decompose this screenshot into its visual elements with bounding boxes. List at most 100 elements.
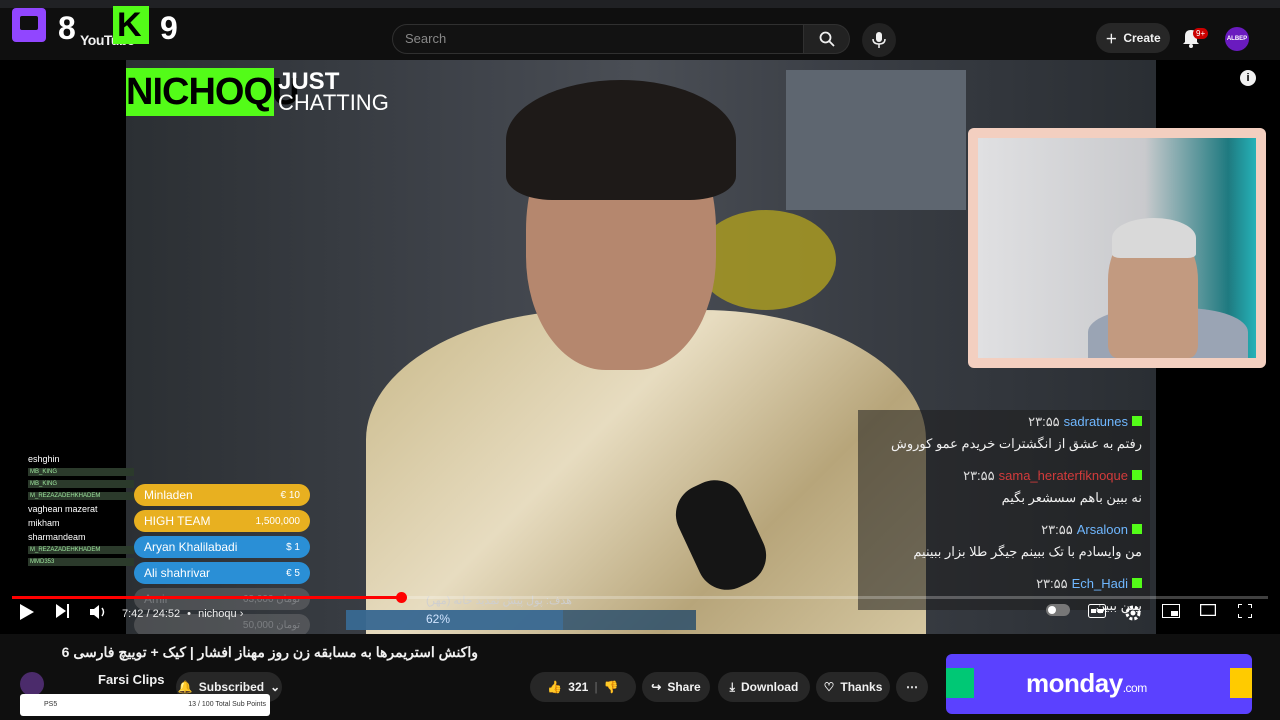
settings-gear-icon[interactable] bbox=[1124, 604, 1142, 622]
chat-username-row: ۲۳:۵۵ sama_heraterfiknoque bbox=[862, 468, 1142, 484]
chat-time: ۲۳:۵۵ bbox=[963, 468, 995, 483]
donor-amount: $ 1 bbox=[286, 541, 300, 553]
notification-count-badge: 9+ bbox=[1193, 28, 1209, 39]
scene-beanbag bbox=[696, 210, 836, 310]
create-label: Create bbox=[1123, 31, 1161, 45]
chat-username: sadratunes bbox=[1063, 414, 1128, 429]
chat-username-row: ۲۳:۵۵ Arsaloon bbox=[862, 522, 1142, 538]
scene-window bbox=[786, 70, 966, 210]
sub-points-value: 13 / 100 Total Sub Points bbox=[188, 701, 266, 708]
search-icon bbox=[819, 31, 835, 47]
category-line-2: CHATTING bbox=[278, 90, 389, 115]
ad-brand-name: monday bbox=[1026, 668, 1123, 698]
twitch-logo-icon bbox=[12, 8, 46, 42]
thanks-icon: ♡ bbox=[823, 680, 835, 694]
subtitles-icon[interactable] bbox=[1088, 604, 1106, 618]
microphone-icon bbox=[872, 32, 886, 48]
ad-brand: monday.com bbox=[1026, 668, 1147, 699]
search-button[interactable] bbox=[804, 24, 850, 54]
chat-username: Arsaloon bbox=[1076, 522, 1128, 537]
fullscreen-icon[interactable] bbox=[1238, 604, 1252, 618]
time-current-total: 7:42 / 24:52 bbox=[122, 608, 181, 620]
donation-goal: هدف: پول پیش تمدید خانه (مهر) 62% bbox=[346, 595, 696, 630]
like-dislike-group: 👍 321 | 👎 bbox=[530, 672, 636, 702]
chapter-label[interactable]: nichoqu bbox=[198, 608, 237, 620]
donor-name: Aryan Khalilabadi bbox=[144, 540, 238, 554]
download-label: Download bbox=[740, 680, 799, 694]
channel-avatar[interactable] bbox=[20, 672, 44, 696]
like-button[interactable]: 👍 321 bbox=[547, 680, 588, 694]
donor-row: HIGH TEAM 1,500,000 bbox=[134, 510, 310, 532]
kick-count: 9 bbox=[160, 10, 178, 46]
webcam-person-cap bbox=[1112, 218, 1196, 258]
bell-icon: 🔔 bbox=[177, 680, 193, 694]
thumbs-down-icon[interactable]: 👎 bbox=[604, 680, 619, 694]
twitch-count: 8 bbox=[58, 10, 76, 46]
volume-icon[interactable] bbox=[90, 604, 108, 620]
plus-icon: ＋ bbox=[1105, 31, 1118, 46]
like-count: 321 bbox=[568, 680, 589, 694]
video-player[interactable]: NICHOQU JUST CHATTING i Minladen € 10 HIGH… bbox=[0, 60, 1280, 634]
more-horizontal-icon: ⋯ bbox=[906, 680, 918, 694]
miniplayer-icon[interactable] bbox=[1162, 604, 1180, 618]
ad-green-block bbox=[946, 668, 974, 698]
thanks-button[interactable]: ♡ Thanks bbox=[816, 672, 890, 702]
kick-badge-icon bbox=[1132, 470, 1142, 480]
play-icon[interactable] bbox=[20, 604, 34, 620]
youtube-watch-page: YouTube Search ＋ Create 9+ ALBEP 8 K 9 N… bbox=[0, 0, 1280, 720]
sub-points-label: PS5 bbox=[44, 701, 58, 708]
donor-amount: 1,500,000 bbox=[255, 515, 301, 527]
next-icon[interactable] bbox=[56, 604, 70, 618]
thanks-label: Thanks bbox=[840, 680, 883, 694]
time-display: 7:42 / 24:52 • nichoqu › bbox=[122, 608, 244, 620]
chat-time: ۲۳:۵۵ bbox=[1036, 576, 1068, 591]
chat-username-row: ۲۳:۵۵ sadratunes bbox=[862, 414, 1142, 430]
account-avatar[interactable]: ALBEP bbox=[1225, 27, 1249, 51]
download-button[interactable]: ⤓ Download bbox=[718, 672, 810, 702]
share-icon: ↪ bbox=[651, 680, 662, 694]
side-chat-line: eshghin bbox=[28, 454, 60, 464]
subscribed-label: Subscribed bbox=[198, 680, 265, 694]
progress-bar[interactable] bbox=[12, 592, 1268, 603]
share-button[interactable]: ↪ Share bbox=[642, 672, 710, 702]
chat-text: رفتم به عشق از انگشترات خریدم عمو کوروش bbox=[891, 436, 1142, 451]
donor-amount: € 5 bbox=[286, 567, 300, 579]
info-icon[interactable]: i bbox=[1240, 70, 1256, 86]
webcam-feed bbox=[978, 138, 1256, 358]
chat-text: نه ببین باهم سسشعر بگیم bbox=[1001, 490, 1142, 505]
browser-url-bar[interactable] bbox=[0, 0, 1280, 8]
chat-username: Ech_Hadi bbox=[1071, 576, 1128, 591]
channel-name[interactable]: Farsi Clips bbox=[98, 672, 164, 687]
chevron-right-icon: › bbox=[239, 608, 244, 620]
kick-badge-icon bbox=[1132, 578, 1142, 588]
scene-streamer-hair bbox=[506, 80, 736, 200]
create-button[interactable]: ＋ Create bbox=[1096, 23, 1170, 53]
side-chat-line: MMD353 bbox=[28, 558, 134, 566]
goal-bar-fill bbox=[346, 610, 563, 630]
theater-mode-icon[interactable] bbox=[1200, 604, 1216, 616]
more-actions-button[interactable]: ⋯ bbox=[896, 672, 928, 702]
kick-badge-icon bbox=[1132, 416, 1142, 426]
donor-name: HIGH TEAM bbox=[144, 514, 211, 528]
chat-username-row: ۲۳:۵۵ Ech_Hadi bbox=[862, 576, 1142, 592]
video-title: واکنش استریمرها به مسابقه زن روز مهناز ا… bbox=[18, 644, 478, 661]
kick-logo-icon: K bbox=[113, 6, 149, 44]
donor-row: Amir 63,000 تومان bbox=[134, 588, 310, 610]
download-icon: ⤓ bbox=[729, 679, 735, 694]
search-input[interactable]: Search bbox=[392, 24, 804, 54]
sub-points-bar: PS5 13 / 100 Total Sub Points bbox=[20, 694, 270, 716]
voice-search-button[interactable] bbox=[862, 23, 896, 57]
side-chat-line: mikham bbox=[28, 518, 60, 528]
side-chat-line: MB_KING bbox=[28, 468, 134, 476]
video-title-prefix: 6 bbox=[61, 644, 70, 660]
side-chat-line: MB_KING bbox=[28, 480, 134, 488]
autoplay-toggle[interactable] bbox=[1046, 604, 1070, 616]
side-chat-line: vaghean mazerat bbox=[28, 504, 98, 514]
share-label: Share bbox=[667, 680, 701, 694]
side-chat-line: sharmandeam bbox=[28, 532, 86, 542]
monday-ad-banner[interactable]: monday.com bbox=[946, 654, 1252, 714]
chat-message: ۲۳:۵۵ sama_heraterfiknoque نه ببین باهم سس… bbox=[862, 468, 1142, 506]
kick-badge-icon bbox=[1132, 524, 1142, 534]
donor-name: Minladen bbox=[144, 488, 193, 502]
chat-time: ۲۳:۵۵ bbox=[1041, 522, 1073, 537]
